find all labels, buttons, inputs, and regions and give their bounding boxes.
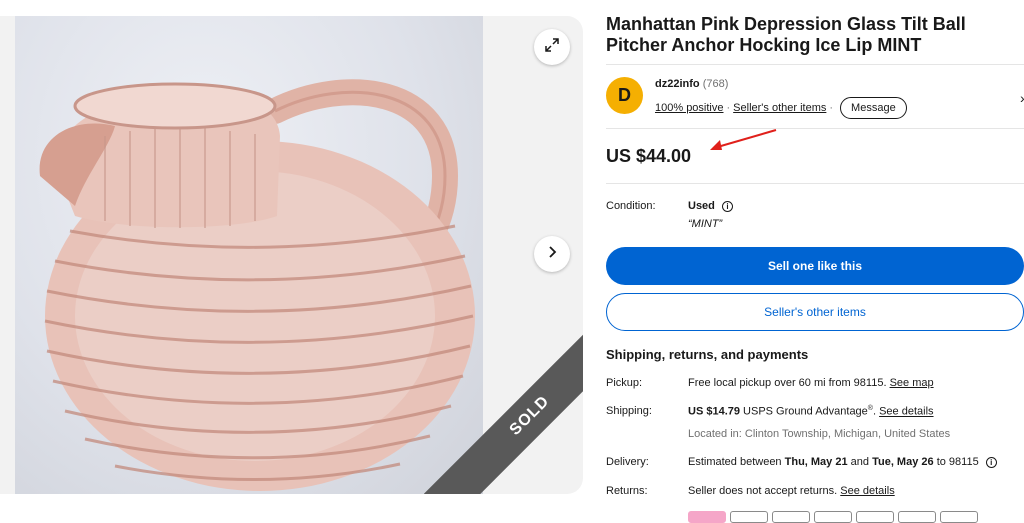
item-price: US $44.00 — [606, 146, 692, 166]
shipping-label: Shipping: — [606, 405, 652, 417]
shipping-section-title: Shipping, returns, and payments — [606, 347, 809, 362]
returns-text: Seller does not accept returns. — [688, 485, 838, 497]
returns-label: Returns: — [606, 485, 648, 497]
see-map-link[interactable]: See map — [890, 377, 934, 389]
shipping-service: USPS Ground Advantage — [743, 405, 868, 418]
separator: · — [726, 102, 731, 114]
payment-method-icon — [772, 511, 810, 523]
seller-name[interactable]: dz22info — [655, 78, 700, 90]
seller-other-items-button[interactable]: Seller's other items — [606, 293, 1024, 331]
arrow-annotation-icon — [710, 129, 777, 150]
condition-text: Used — [688, 200, 715, 212]
seller-other-items-link[interactable]: Seller's other items — [733, 102, 826, 114]
delivery-and: and — [850, 456, 870, 468]
pickup-text: Free local pickup over 60 mi from 98115. — [688, 377, 887, 389]
image-gallery: SOLD — [0, 16, 583, 494]
expand-button[interactable] — [534, 29, 570, 65]
payment-method-icon — [940, 511, 978, 523]
product-photo[interactable] — [15, 16, 483, 494]
seller-avatar[interactable]: D — [606, 77, 643, 114]
delivery-start: Thu, May 21 — [784, 456, 848, 468]
delivery-to: to 98115 — [936, 456, 979, 468]
payment-method-icon — [688, 511, 726, 523]
condition-label: Condition: — [606, 200, 656, 212]
expand-icon — [544, 37, 560, 58]
positive-feedback-link[interactable]: 100% positive — [655, 102, 724, 114]
chevron-right-icon[interactable]: › — [1020, 90, 1024, 106]
condition-value: Used i — [688, 200, 733, 212]
shipping-period: . — [872, 405, 877, 418]
shipping-value: US $14.79 USPS Ground Advantage®. See de… — [688, 405, 934, 418]
seller-links: 100% positive · Seller's other items · M… — [655, 97, 907, 119]
divider — [606, 64, 1024, 65]
divider — [606, 128, 1024, 129]
delivery-label: Delivery: — [606, 456, 649, 468]
returns-value: Seller does not accept returns. See deta… — [688, 485, 895, 497]
pickup-value: Free local pickup over 60 mi from 98115.… — [688, 377, 934, 389]
info-icon[interactable]: i — [721, 200, 733, 212]
payment-methods — [688, 511, 978, 523]
payment-method-icon — [856, 511, 894, 523]
feedback-count: (768) — [702, 78, 729, 90]
payment-method-icon — [814, 511, 852, 523]
shipping-price: US $14.79 — [688, 405, 740, 418]
seller-info: dz22info (768) — [655, 78, 728, 90]
delivery-prefix: Estimated between — [688, 456, 782, 468]
pitcher-illustration — [39, 79, 475, 491]
next-image-button[interactable] — [534, 236, 570, 272]
sold-label: SOLD — [506, 392, 553, 439]
delivery-value: Estimated between Thu, May 21 and Tue, M… — [688, 456, 997, 468]
listing-title: Manhattan Pink Depression Glass Tilt Bal… — [606, 14, 966, 55]
payment-method-icon — [730, 511, 768, 523]
listing-details: Manhattan Pink Depression Glass Tilt Bal… — [606, 0, 1024, 523]
delivery-end: Tue, May 26 — [872, 456, 934, 468]
chevron-right-icon — [545, 245, 559, 264]
condition-note: “MINT” — [688, 218, 723, 230]
message-button[interactable]: Message — [840, 97, 907, 119]
info-icon[interactable]: i — [985, 456, 997, 468]
sell-one-like-this-button[interactable]: Sell one like this — [606, 247, 1024, 285]
payment-method-icon — [898, 511, 936, 523]
pickup-label: Pickup: — [606, 377, 643, 389]
divider — [606, 183, 1024, 184]
separator: · — [829, 102, 834, 114]
returns-details-link[interactable]: See details — [840, 485, 894, 497]
item-location: Located in: Clinton Township, Michigan, … — [688, 428, 951, 440]
shipping-details-link[interactable]: See details — [879, 406, 933, 418]
